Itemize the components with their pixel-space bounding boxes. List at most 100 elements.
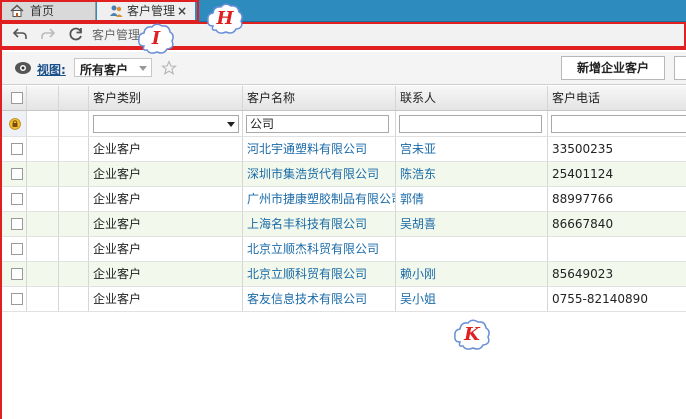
cell-contact-link[interactable]: 郭倩	[396, 187, 548, 211]
view-label[interactable]: 视图:	[37, 61, 66, 78]
row-spacer	[59, 237, 89, 261]
customers-icon	[110, 5, 123, 17]
cell-contact-link[interactable]: 宫未亚	[396, 137, 548, 161]
row-checkbox[interactable]	[11, 168, 23, 180]
name-filter-input[interactable]: 公司	[246, 115, 389, 133]
view-bar: 视图: 所有客户 新增企业客户	[0, 52, 686, 85]
back-arrow-icon[interactable]	[12, 26, 28, 42]
refresh-icon[interactable]	[68, 26, 84, 42]
add-enterprise-customer-button[interactable]: 新增企业客户	[561, 56, 665, 80]
cell-phone: 0755-82140890	[552, 292, 648, 306]
filter-name-cell: 公司	[243, 111, 396, 136]
chevron-down-icon[interactable]	[224, 116, 238, 132]
cell-category: 企业客户	[89, 162, 243, 186]
contact-filter-input[interactable]	[399, 115, 542, 133]
row-checkbox[interactable]	[11, 268, 23, 280]
cell-category: 企业客户	[89, 262, 243, 286]
cell-phone	[548, 237, 686, 261]
cell-customer-name-link[interactable]: 深圳市集浩货代有限公司	[243, 162, 396, 186]
filter-row: 公司	[2, 111, 686, 137]
cell-contact-link[interactable]: 吴小姐	[396, 287, 548, 311]
cell-customer-name-link[interactable]: 上海名丰科技有限公司	[243, 212, 396, 236]
more-button[interactable]	[674, 56, 686, 80]
row-select-cell	[2, 187, 27, 211]
customer-grid: 客户类别 客户名称 联系人 客户电话 公司 企业客户 河北宇通塑料有限公司 宫未…	[2, 86, 686, 316]
phone-filter-input[interactable]	[551, 115, 686, 133]
cell-customer-name-link[interactable]: 北京立顺杰科贸有限公司	[243, 237, 396, 261]
chevron-down-icon	[139, 66, 147, 71]
table-row[interactable]: 企业客户 客友信息技术有限公司 吴小姐 0755-82140890	[2, 287, 686, 312]
cell-category: 企业客户	[89, 212, 243, 236]
cell-contact-link[interactable]: 赖小刚	[396, 262, 548, 286]
tab-customer-management-label: 客户管理	[127, 4, 176, 18]
annotation-cloud-i: I	[136, 22, 176, 56]
view-select[interactable]: 所有客户	[74, 58, 152, 77]
column-header-name[interactable]: 客户名称	[243, 86, 396, 110]
cell-category: 企业客户	[89, 137, 243, 161]
row-checkbox[interactable]	[11, 293, 23, 305]
row-select-cell	[2, 237, 27, 261]
annotation-label-h: H	[216, 8, 234, 29]
header-spacer	[59, 86, 89, 110]
row-select-cell	[2, 262, 27, 286]
cell-category: 企业客户	[89, 187, 243, 211]
table-row[interactable]: 企业客户 深圳市集浩货代有限公司 陈浩东 25401124	[2, 162, 686, 187]
cell-contact-link[interactable]: 陈浩东	[396, 162, 548, 186]
cell-contact-link[interactable]: 吴胡喜	[396, 212, 548, 236]
forward-arrow-icon[interactable]	[40, 26, 56, 42]
cell-customer-name-link[interactable]: 广州市捷康塑胶制品有限公司	[243, 187, 396, 211]
cell-phone: 85649023	[552, 267, 614, 281]
row-checkbox[interactable]	[11, 143, 23, 155]
table-row[interactable]: 企业客户 北京立顺科贸有限公司 赖小刚 85649023	[2, 262, 686, 287]
cell-customer-name-link[interactable]: 北京立顺科贸有限公司	[243, 262, 396, 286]
table-row[interactable]: 企业客户 北京立顺杰科贸有限公司	[2, 237, 686, 262]
annotation-label-k: K	[464, 324, 480, 345]
select-all-checkbox[interactable]	[11, 92, 23, 104]
filter-category-cell	[89, 111, 243, 136]
cell-category: 企业客户	[89, 287, 243, 311]
row-spacer	[27, 137, 59, 161]
star-icon[interactable]	[161, 60, 177, 76]
category-filter-select[interactable]	[93, 115, 239, 133]
cell-customer-name-link[interactable]: 客友信息技术有限公司	[243, 287, 396, 311]
row-spacer	[27, 287, 59, 311]
filter-icon-cell	[2, 111, 27, 136]
row-checkbox[interactable]	[11, 193, 23, 205]
home-icon	[10, 4, 24, 17]
row-spacer	[27, 162, 59, 186]
toolbar-title: 客户管理	[92, 28, 141, 42]
cell-phone: 86667840	[552, 217, 614, 231]
cell-customer-name-link[interactable]: 河北宇通塑料有限公司	[243, 137, 396, 161]
header-spacer	[27, 86, 59, 110]
close-tab-icon[interactable]: ×	[177, 1, 187, 21]
column-header-category[interactable]: 客户类别	[89, 86, 243, 110]
tab-bar: 首页 客户管理 ×	[0, 0, 686, 22]
tab-home[interactable]: 首页	[0, 1, 96, 21]
row-spacer	[27, 237, 59, 261]
row-select-cell	[2, 137, 27, 161]
grid-header: 客户类别 客户名称 联系人 客户电话	[2, 86, 686, 111]
toolbar: 客户管理	[0, 22, 686, 47]
row-spacer	[27, 262, 59, 286]
row-spacer	[59, 262, 89, 286]
row-spacer	[59, 212, 89, 236]
annotation-label-i: I	[151, 28, 161, 49]
filter-phone-cell	[548, 111, 686, 136]
table-row[interactable]: 企业客户 河北宇通塑料有限公司 宫未亚 33500235	[2, 137, 686, 162]
row-checkbox[interactable]	[11, 243, 23, 255]
tab-customer-management[interactable]: 客户管理 ×	[97, 1, 195, 21]
annotation-cloud-k: K	[452, 318, 492, 352]
filter-contact-cell	[396, 111, 548, 136]
table-row[interactable]: 企业客户 广州市捷康塑胶制品有限公司 郭倩 88997766	[2, 187, 686, 212]
column-header-contact[interactable]: 联系人	[396, 86, 548, 110]
select-all-cell	[2, 86, 27, 110]
cell-phone: 33500235	[552, 142, 614, 156]
tab-home-label: 首页	[30, 4, 55, 18]
column-header-phone[interactable]: 客户电话	[548, 86, 686, 110]
eye-icon	[15, 62, 31, 74]
row-spacer	[27, 212, 59, 236]
row-checkbox[interactable]	[11, 218, 23, 230]
filter-lock-icon	[9, 118, 21, 130]
cell-contact-link[interactable]	[396, 237, 548, 261]
table-row[interactable]: 企业客户 上海名丰科技有限公司 吴胡喜 86667840	[2, 212, 686, 237]
